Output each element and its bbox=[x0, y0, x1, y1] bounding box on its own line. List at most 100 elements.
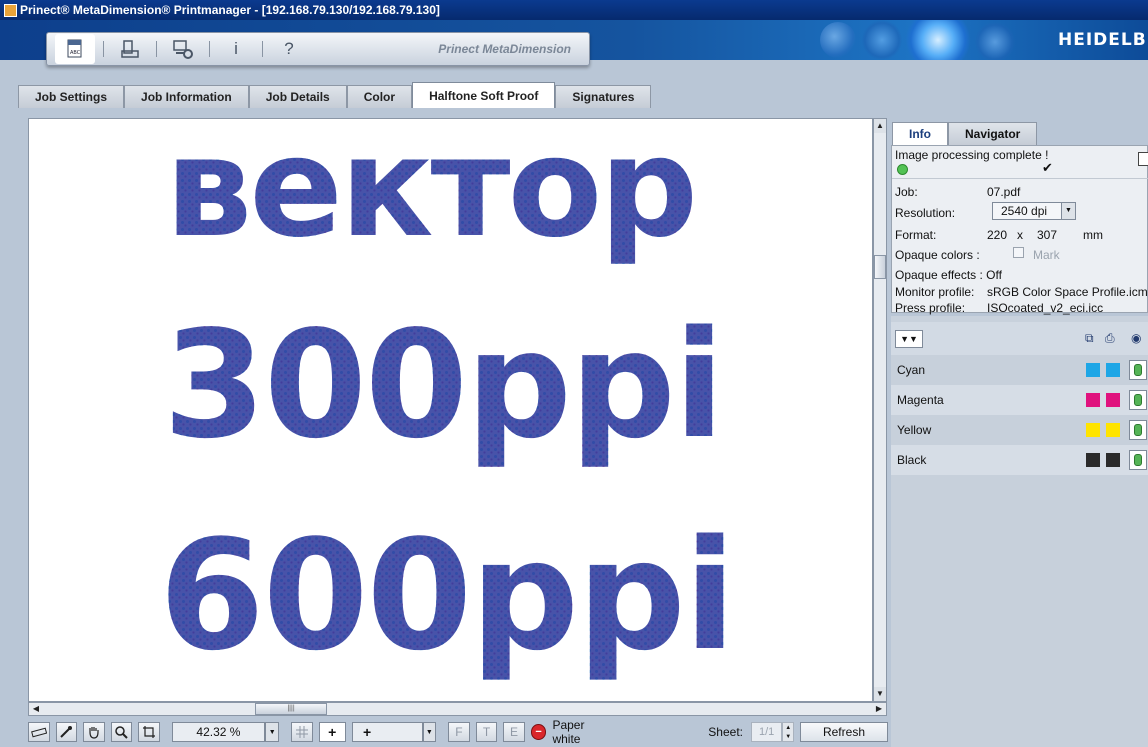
app-icon bbox=[4, 3, 17, 17]
paper-white-label: Paper white bbox=[552, 718, 585, 746]
zoom-tool-button[interactable] bbox=[110, 722, 133, 742]
tab-job-information[interactable]: Job Information bbox=[124, 85, 249, 108]
format-height: 307 bbox=[1037, 228, 1058, 242]
tab-job-settings[interactable]: Job Settings bbox=[18, 85, 125, 108]
opaque-colors-label: Opaque colors : bbox=[895, 248, 980, 262]
add-select-value: + bbox=[362, 724, 372, 740]
ruler-tool-button[interactable] bbox=[28, 722, 50, 742]
help-icon: ? bbox=[284, 39, 294, 58]
zoom-dropdown-icon[interactable]: ▼ bbox=[265, 722, 280, 742]
separation-name: Magenta bbox=[897, 393, 944, 407]
eyedropper-tool-button[interactable] bbox=[55, 722, 78, 742]
mark-checkbox[interactable] bbox=[1013, 247, 1024, 258]
opaque-effects-label: Opaque effects : Off bbox=[895, 268, 1002, 282]
monitor-copy-icon[interactable]: ⧉ bbox=[1085, 331, 1094, 346]
tab-job-details[interactable]: Job Details bbox=[248, 85, 347, 108]
toolbar-separator bbox=[262, 41, 263, 57]
window-title-bar[interactable]: Prinect® MetaDimension® Printmanager - [… bbox=[0, 0, 1148, 20]
toolbar-separator bbox=[103, 41, 104, 57]
help-tool-button[interactable]: ? bbox=[271, 34, 307, 64]
checkmark-icon: ✔ bbox=[1042, 160, 1053, 175]
vertical-scroll-thumb[interactable] bbox=[874, 255, 886, 279]
cyan-visibility-toggle[interactable] bbox=[1129, 360, 1147, 380]
zoom-level-value: 42.32 % bbox=[196, 725, 241, 739]
crop-icon bbox=[142, 726, 155, 738]
job-value: 07.pdf bbox=[987, 185, 1021, 199]
vertical-scrollbar[interactable]: ▲ ▼ bbox=[873, 118, 887, 702]
tab-halftone-soft-proof[interactable]: Halftone Soft Proof bbox=[412, 82, 556, 108]
spin-down-icon[interactable]: ▼ bbox=[785, 734, 791, 740]
scroll-up-icon[interactable]: ▲ bbox=[874, 119, 886, 133]
scroll-right-icon[interactable]: ▶ bbox=[872, 703, 886, 715]
separation-row-magenta[interactable]: Magenta bbox=[891, 385, 1148, 415]
proof-text-line-2: 300ppi bbox=[163, 299, 872, 471]
tab-navigator[interactable]: Navigator bbox=[948, 122, 1038, 145]
paper-white-toggle-icon[interactable]: − bbox=[530, 724, 547, 740]
crop-tool-button[interactable] bbox=[138, 722, 160, 742]
magenta-visibility-toggle[interactable] bbox=[1129, 390, 1147, 410]
scroll-down-icon[interactable]: ▼ bbox=[874, 687, 886, 701]
eyedropper-icon bbox=[60, 726, 73, 738]
add-button[interactable]: + bbox=[318, 722, 346, 742]
hand-tool-button[interactable] bbox=[83, 722, 105, 742]
monitor-profile-value: sRGB Color Space Profile.icm bbox=[987, 285, 1148, 299]
refresh-button[interactable]: Refresh bbox=[800, 722, 888, 742]
eye-icon[interactable]: ◉ bbox=[1131, 331, 1141, 345]
tab-signatures[interactable]: Signatures bbox=[555, 85, 652, 108]
black-visibility-toggle[interactable] bbox=[1129, 450, 1147, 470]
sheet-field[interactable]: 1/1 bbox=[751, 722, 783, 742]
page-tabs: Job Settings Job Information Job Details… bbox=[18, 82, 652, 108]
printer-tool-button[interactable] bbox=[112, 34, 148, 64]
proof-text-line-3-content: 600ppi bbox=[159, 507, 736, 684]
hand-icon bbox=[89, 727, 99, 739]
format-label: Format: bbox=[895, 228, 937, 242]
horizontal-scrollbar[interactable]: ◀ |||| ▶ bbox=[28, 702, 887, 716]
cyan-print-swatch bbox=[1106, 363, 1120, 377]
separations-panel: ▼▼ ⧉ ⎙ ◉ Cyan Magenta Yellow Black bbox=[891, 322, 1148, 747]
horizontal-scroll-thumb[interactable]: |||| bbox=[255, 703, 327, 715]
f-button[interactable]: F bbox=[448, 722, 470, 742]
tab-color[interactable]: Color bbox=[346, 85, 413, 108]
svg-text:ABC: ABC bbox=[70, 50, 81, 56]
tab-info[interactable]: Info bbox=[892, 122, 948, 145]
add-dropdown-icon[interactable]: ▼ bbox=[422, 722, 437, 742]
resolution-value: 2540 dpi bbox=[1001, 204, 1048, 218]
t-button[interactable]: Т bbox=[475, 722, 498, 742]
separation-name: Black bbox=[897, 453, 927, 467]
format-unit: mm bbox=[1083, 228, 1103, 242]
proof-text-line-1-content: вектор bbox=[165, 118, 698, 268]
yellow-monitor-swatch bbox=[1086, 423, 1100, 437]
info-tool-button[interactable]: i bbox=[218, 34, 254, 64]
heidelberg-logo: HEIDELBE bbox=[1058, 30, 1148, 50]
resolution-select[interactable]: 2540 dpi ▼ bbox=[992, 202, 1076, 220]
collapse-separations-button[interactable]: ▼▼ bbox=[895, 330, 923, 348]
detach-panel-icon[interactable] bbox=[1138, 152, 1148, 166]
black-monitor-swatch bbox=[1086, 453, 1100, 467]
divider bbox=[892, 178, 1148, 179]
separation-row-black[interactable]: Black bbox=[891, 445, 1148, 475]
sheet-spinner[interactable]: ▲ ▼ bbox=[782, 722, 795, 742]
soft-proof-canvas[interactable]: вектор 300ppi 600ppi bbox=[28, 118, 873, 702]
status-message: Image processing complete ! bbox=[895, 148, 1049, 162]
separation-row-yellow[interactable]: Yellow bbox=[891, 415, 1148, 445]
grid-icon bbox=[295, 726, 308, 738]
zoom-level-field[interactable]: 42.32 % bbox=[171, 722, 266, 742]
add-select[interactable]: + bbox=[351, 722, 423, 742]
separation-row-cyan[interactable]: Cyan bbox=[891, 355, 1148, 385]
e-button[interactable]: E bbox=[503, 722, 525, 742]
grid-tool-button[interactable] bbox=[291, 722, 313, 742]
separation-name: Yellow bbox=[897, 423, 932, 437]
banner-orb bbox=[975, 22, 1015, 60]
magenta-print-swatch bbox=[1106, 393, 1120, 407]
resolution-dropdown-icon[interactable]: ▼ bbox=[1061, 203, 1075, 219]
separation-name: Cyan bbox=[897, 363, 926, 377]
scroll-left-icon[interactable]: ◀ bbox=[29, 703, 43, 715]
print-copy-icon[interactable]: ⎙ bbox=[1105, 331, 1115, 346]
settings-tool-button[interactable] bbox=[165, 34, 201, 64]
proof-text-line-2-content: 300ppi bbox=[163, 299, 725, 471]
spin-up-icon[interactable]: ▲ bbox=[785, 725, 791, 731]
magenta-monitor-swatch bbox=[1086, 393, 1100, 407]
yellow-visibility-toggle[interactable] bbox=[1129, 420, 1147, 440]
toolbar-separator bbox=[156, 41, 157, 57]
job-settings-tool-button[interactable]: ABC bbox=[55, 34, 95, 64]
